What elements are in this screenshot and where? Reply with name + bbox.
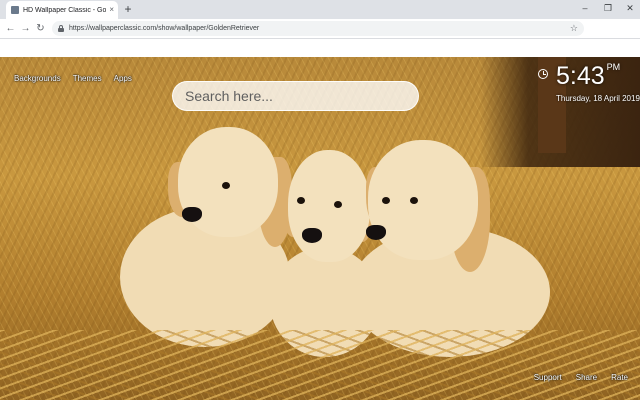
tab-strip: HD Wallpaper Classic - GoldenRe × + – ❐ … bbox=[0, 0, 640, 19]
clock-date: Thursday, 18 April 2019 bbox=[556, 94, 640, 103]
clock-time: 5:43 PM bbox=[556, 62, 621, 90]
nav-link-apps[interactable]: Apps bbox=[114, 74, 132, 83]
nav-link-backgrounds[interactable]: Backgrounds bbox=[14, 74, 61, 83]
puppy-right-nose bbox=[366, 225, 386, 240]
browser-toolbar: ← → ↻ https://wallpaperclassic.com/show/… bbox=[0, 19, 640, 39]
bookmark-star-icon[interactable]: ☆ bbox=[570, 23, 578, 34]
minimize-button[interactable]: – bbox=[578, 2, 592, 14]
wallpaper-background: Backgrounds Themes Apps 5:43PM Thursday,… bbox=[0, 57, 640, 400]
page-top-band bbox=[0, 39, 640, 57]
puppy-middle-nose bbox=[302, 228, 322, 243]
lock-icon bbox=[58, 25, 64, 32]
top-nav: Backgrounds Themes Apps bbox=[14, 74, 132, 83]
url-text[interactable]: https://wallpaperclassic.com/show/wallpa… bbox=[69, 25, 570, 32]
forward-button[interactable]: → bbox=[19, 22, 32, 35]
browser-tab[interactable]: HD Wallpaper Classic - GoldenRe × bbox=[6, 1, 118, 19]
puppy-left-eye bbox=[222, 182, 230, 189]
hay-foreground bbox=[0, 330, 640, 400]
puppy-right-eye-right bbox=[410, 197, 418, 204]
bottom-nav: Support Share Rate bbox=[534, 373, 628, 382]
nav-link-themes[interactable]: Themes bbox=[73, 74, 102, 83]
new-tab-button[interactable]: + bbox=[121, 2, 135, 16]
puppy-middle-eye-right bbox=[334, 201, 342, 208]
clock-ampm: PM bbox=[606, 62, 621, 72]
search-input[interactable] bbox=[185, 88, 406, 104]
puppy-left-nose bbox=[182, 207, 202, 222]
wallpaper-favicon-icon bbox=[11, 6, 19, 14]
puppy-middle-eye-left bbox=[297, 197, 305, 204]
address-bar[interactable]: https://wallpaperclassic.com/show/wallpa… bbox=[52, 21, 584, 36]
clock-icon[interactable] bbox=[538, 69, 548, 79]
close-window-button[interactable]: ✕ bbox=[623, 2, 637, 14]
back-button[interactable]: ← bbox=[4, 22, 17, 35]
reload-button[interactable]: ↻ bbox=[34, 22, 47, 35]
puppy-middle-head bbox=[288, 150, 370, 262]
tab-close-icon[interactable]: × bbox=[109, 6, 114, 14]
tab-title: HD Wallpaper Classic - GoldenRe bbox=[23, 6, 107, 14]
puppy-right-eye-left bbox=[382, 197, 390, 204]
share-link[interactable]: Share bbox=[576, 373, 597, 382]
restore-button[interactable]: ❐ bbox=[601, 2, 615, 14]
search-box[interactable] bbox=[172, 81, 419, 111]
rate-link[interactable]: Rate bbox=[611, 373, 628, 382]
support-link[interactable]: Support bbox=[534, 373, 562, 382]
